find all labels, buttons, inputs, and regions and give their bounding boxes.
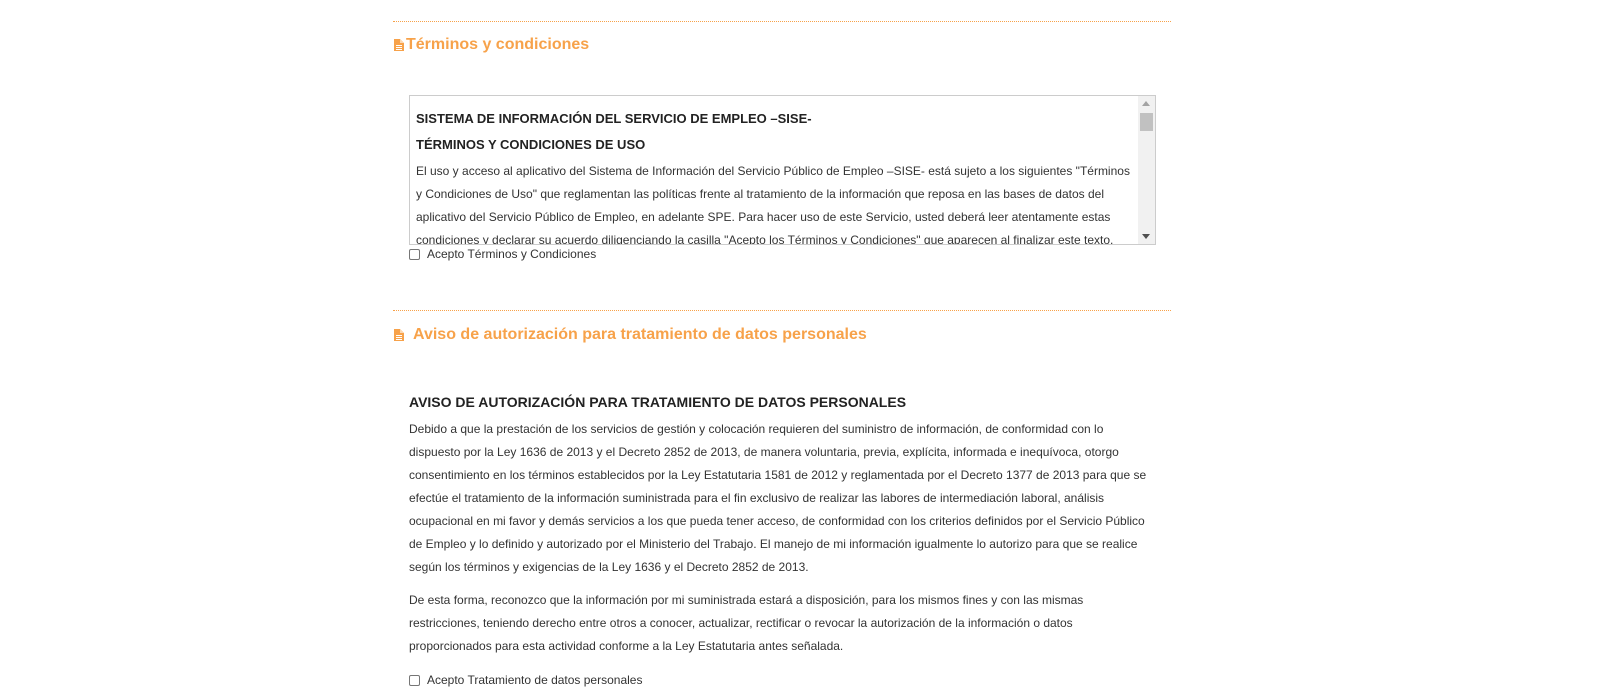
section-divider xyxy=(393,21,1171,22)
terms-heading-conditions: TÉRMINOS Y CONDICIONES DE USO xyxy=(416,137,646,152)
aviso-accept-label[interactable]: Acepto Tratamiento de datos personales xyxy=(427,673,642,687)
aviso-paragraph-2: De esta forma, reconozco que la informac… xyxy=(409,593,1084,653)
aviso-paragraph-1: Debido a que la prestación de los servic… xyxy=(409,422,1147,574)
terms-body-text: El uso y acceso al aplicativo del Sistem… xyxy=(416,164,1130,245)
terms-section-title-text: Términos y condiciones xyxy=(406,36,590,53)
scroll-up-arrow-icon[interactable] xyxy=(1142,101,1150,106)
scroll-down-arrow-icon[interactable] xyxy=(1142,234,1150,239)
aviso-heading: AVISO DE AUTORIZACIÓN PARA TRATAMIENTO D… xyxy=(409,394,907,410)
aviso-section-title-text: Aviso de autorización para tratamiento d… xyxy=(413,326,867,343)
page: Términos y condiciones SISTEMA DE INFORM… xyxy=(0,0,1609,695)
terms-scrollbar[interactable] xyxy=(1138,96,1155,244)
terms-scroll-box[interactable]: SISTEMA DE INFORMACIÓN DEL SERVICIO DE E… xyxy=(409,95,1156,245)
terms-heading-system: SISTEMA DE INFORMACIÓN DEL SERVICIO DE E… xyxy=(416,111,812,126)
terms-accept-row[interactable]: Acepto Términos y Condiciones xyxy=(409,247,596,261)
terms-content: SISTEMA DE INFORMACIÓN DEL SERVICIO DE E… xyxy=(416,106,1136,245)
document-icon xyxy=(393,38,405,52)
document-icon xyxy=(393,328,405,342)
terms-accept-label[interactable]: Acepto Términos y Condiciones xyxy=(427,247,596,261)
aviso-content: AVISO DE AUTORIZACIÓN PARA TRATAMIENTO D… xyxy=(409,389,1154,658)
section-divider xyxy=(393,310,1171,311)
aviso-accept-row[interactable]: Acepto Tratamiento de datos personales xyxy=(409,673,642,687)
aviso-accept-checkbox[interactable] xyxy=(409,674,420,686)
terms-section-title: Términos y condiciones xyxy=(393,36,589,54)
aviso-section-title: Aviso de autorización para tratamiento d… xyxy=(393,326,867,344)
terms-accept-checkbox[interactable] xyxy=(409,248,420,260)
scroll-thumb[interactable] xyxy=(1140,113,1153,131)
